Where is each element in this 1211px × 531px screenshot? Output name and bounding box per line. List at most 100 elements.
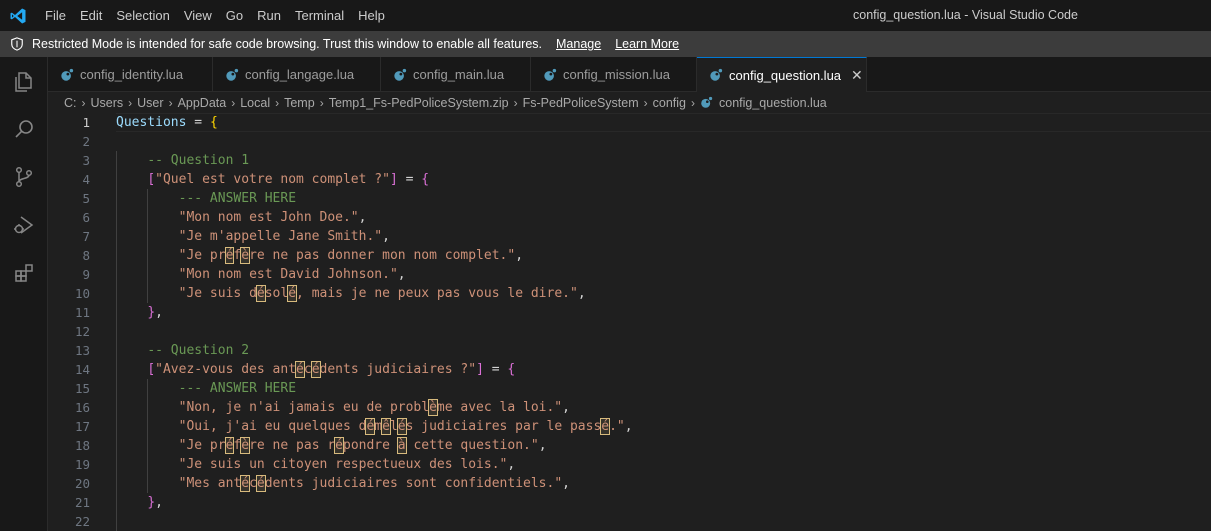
code-line[interactable]: "Je suis désolé, mais je ne peux pas vou… (116, 284, 586, 303)
menu-bar: File Edit Selection View Go Run Terminal… (38, 0, 392, 31)
extensions-icon[interactable] (0, 249, 48, 297)
chevron-right-icon: › (231, 95, 236, 110)
learn-more-link[interactable]: Learn More (615, 37, 679, 51)
code-line[interactable]: "Non, je n'ai jamais eu de problème avec… (116, 398, 570, 417)
line-number: 6 (82, 210, 90, 225)
line-number: 5 (82, 191, 90, 206)
code-editor[interactable]: 1 2 3 4 5 6 7 8 9 10 11 12 13 14 15 16 17 18 19 20 21 22 Ques… (48, 113, 1211, 531)
breadcrumb-item[interactable]: Local (240, 96, 270, 110)
line-number: 15 (74, 381, 90, 396)
chevron-right-icon: › (168, 95, 173, 110)
code-line[interactable]: }, (116, 493, 163, 512)
tab-label: config_identity.lua (80, 67, 184, 82)
breadcrumb-item[interactable]: Users (91, 96, 124, 110)
tab-config-identity[interactable]: config_identity.lua (48, 57, 213, 92)
vscode-logo-icon (2, 0, 34, 31)
close-icon[interactable]: ✕ (851, 67, 863, 84)
tab-label: config_langage.lua (245, 67, 355, 82)
chevron-right-icon: › (691, 95, 695, 110)
breadcrumb-item[interactable]: Temp1_Fs-PedPoliceSystem.zip (329, 96, 509, 110)
code-line[interactable]: --- ANSWER HERE (116, 379, 296, 398)
line-number: 9 (82, 267, 90, 282)
line-number: 3 (82, 153, 90, 168)
line-number: 12 (74, 324, 90, 339)
tab-config-main[interactable]: config_main.lua (381, 57, 531, 92)
line-number: 18 (74, 438, 90, 453)
code-line[interactable]: "Je préfère ne pas répondre à cette ques… (116, 436, 547, 455)
source-control-icon[interactable] (0, 153, 48, 201)
lua-file-icon (543, 68, 557, 82)
code-line[interactable]: -- Question 1 (116, 151, 249, 170)
breadcrumb-item[interactable]: Fs-PedPoliceSystem (523, 96, 639, 110)
menu-edit[interactable]: Edit (73, 0, 109, 31)
breadcrumb-item[interactable]: User (137, 96, 163, 110)
lua-file-icon (393, 68, 407, 82)
code-area[interactable]: Questions = { -- Question 1 ["Quel est v… (116, 113, 1211, 531)
menu-go[interactable]: Go (219, 0, 250, 31)
line-number: 10 (74, 286, 90, 301)
breadcrumb-item[interactable]: config (653, 96, 686, 110)
breadcrumb-item[interactable]: Temp (284, 96, 315, 110)
run-debug-icon[interactable] (0, 201, 48, 249)
code-line[interactable]: ["Avez-vous des antécédents judiciaires … (116, 360, 515, 379)
menu-view[interactable]: View (177, 0, 219, 31)
line-number: 16 (74, 400, 90, 415)
editor-tabs: config_identity.lua config_langage.lua c… (48, 57, 1211, 92)
line-number: 21 (74, 495, 90, 510)
chevron-right-icon: › (81, 95, 86, 110)
tab-label: config_main.lua (413, 67, 505, 82)
lua-file-icon (700, 96, 713, 109)
code-line[interactable]: }, (116, 303, 163, 322)
manage-link[interactable]: Manage (556, 37, 601, 51)
line-number: 1 (82, 115, 90, 130)
tab-config-mission[interactable]: config_mission.lua (531, 57, 697, 92)
search-icon[interactable] (0, 105, 48, 153)
line-number: 14 (74, 362, 90, 377)
line-number: 17 (74, 419, 90, 434)
line-number: 22 (74, 514, 90, 529)
title-bar: File Edit Selection View Go Run Terminal… (0, 0, 1211, 31)
line-number: 19 (74, 457, 90, 472)
tab-config-langage[interactable]: config_langage.lua (213, 57, 381, 92)
code-line[interactable]: "Je suis un citoyen respectueux des lois… (116, 455, 516, 474)
activity-bar (0, 57, 48, 531)
code-line[interactable]: "Je m'appelle Jane Smith.", (116, 227, 390, 246)
breadcrumb-file[interactable]: config_question.lua (700, 96, 827, 110)
line-number: 11 (74, 305, 90, 320)
tab-config-question[interactable]: config_question.lua ✕ (697, 57, 867, 92)
menu-selection[interactable]: Selection (109, 0, 176, 31)
code-line[interactable]: Questions = { (116, 113, 218, 132)
breadcrumb-item: config_question.lua (719, 95, 827, 110)
shield-icon (10, 37, 24, 51)
menu-run[interactable]: Run (250, 0, 288, 31)
tab-label: config_mission.lua (563, 67, 670, 82)
menu-help[interactable]: Help (351, 0, 392, 31)
line-number: 8 (82, 248, 90, 263)
code-line[interactable]: "Mon nom est John Doe.", (116, 208, 367, 227)
menu-terminal[interactable]: Terminal (288, 0, 351, 31)
tab-label: config_question.lua (729, 67, 842, 83)
code-line[interactable]: ["Quel est votre nom complet ?"] = { (116, 170, 429, 189)
line-number: 13 (74, 343, 90, 358)
code-line[interactable]: "Je préfère ne pas donner mon nom comple… (116, 246, 523, 265)
code-line[interactable]: "Oui, j'ai eu quelques démêlés judiciair… (116, 417, 633, 436)
line-number: 20 (74, 476, 90, 491)
breadcrumb: C: › Users › User › AppData › Local › Temp › T… (48, 92, 1211, 113)
line-number-gutter: 1 2 3 4 5 6 7 8 9 10 11 12 13 14 15 16 17 18 19 20 21 22 (48, 113, 108, 531)
menu-file[interactable]: File (38, 0, 73, 31)
chevron-right-icon: › (513, 95, 518, 110)
lua-file-icon (60, 68, 74, 82)
code-line[interactable]: --- ANSWER HERE (116, 189, 296, 208)
line-number: 7 (82, 229, 90, 244)
line-number: 2 (82, 134, 90, 149)
code-line[interactable]: "Mon nom est David Johnson.", (116, 265, 406, 284)
code-line[interactable]: "Mes antécédents judiciaires sont confid… (116, 474, 570, 493)
code-line[interactable]: -- Question 2 (116, 341, 249, 360)
explorer-icon[interactable] (0, 57, 48, 105)
chevron-right-icon: › (643, 95, 648, 110)
lua-file-icon (709, 68, 723, 82)
lua-file-icon (225, 68, 239, 82)
line-number: 4 (82, 172, 90, 187)
breadcrumb-item[interactable]: AppData (178, 96, 227, 110)
breadcrumb-item[interactable]: C: (64, 96, 77, 110)
